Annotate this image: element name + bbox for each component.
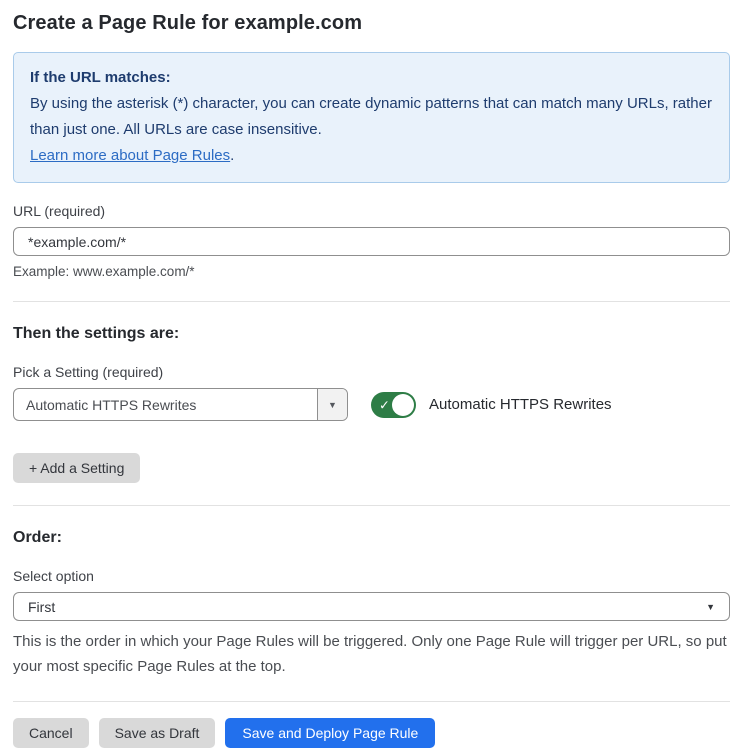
info-box-body: By using the asterisk (*) character, you…	[30, 95, 712, 138]
order-section-heading: Order:	[13, 529, 62, 546]
caret-down-icon: ▼	[706, 601, 715, 612]
order-select-label: Select option	[13, 568, 94, 584]
setting-select-value: Automatic HTTPS Rewrites	[26, 396, 197, 413]
divider	[13, 505, 730, 506]
save-deploy-button[interactable]: Save and Deploy Page Rule	[225, 718, 436, 748]
setting-select-arrow-button[interactable]: ▼	[317, 389, 347, 420]
learn-more-link[interactable]: Learn more about Page Rules	[30, 147, 230, 164]
footer-actions: Cancel Save as Draft Save and Deploy Pag…	[13, 718, 730, 748]
setting-toggle-label: Automatic HTTPS Rewrites	[429, 396, 612, 413]
page-title: Create a Page Rule for example.com	[13, 12, 363, 34]
setting-select[interactable]: Automatic HTTPS Rewrites ▼	[13, 388, 348, 421]
url-field-label: URL (required)	[13, 203, 106, 219]
divider	[13, 301, 730, 302]
setting-row: Automatic HTTPS Rewrites ▼ ✓ Automatic H…	[13, 388, 730, 421]
check-icon: ✓	[379, 397, 390, 412]
url-field-helper: Example: www.example.com/*	[13, 264, 195, 279]
setting-toggle-on[interactable]: ✓	[371, 391, 416, 418]
order-helper-text: This is the order in which your Page Rul…	[13, 633, 727, 675]
toggle-knob	[392, 393, 414, 416]
order-select-value: First	[28, 598, 56, 615]
divider	[13, 701, 730, 702]
create-page-rule-panel: Create a Page Rule for example.com If th…	[0, 0, 743, 748]
url-matches-info-box: If the URL matches: By using the asteris…	[13, 52, 730, 183]
settings-section-heading: Then the settings are:	[13, 325, 180, 342]
save-draft-button[interactable]: Save as Draft	[98, 718, 216, 748]
order-select[interactable]: First ▼	[13, 592, 730, 621]
pick-setting-label: Pick a Setting (required)	[13, 364, 164, 380]
url-input[interactable]	[13, 227, 730, 256]
caret-down-icon: ▼	[328, 399, 337, 410]
info-box-heading: If the URL matches:	[30, 69, 171, 86]
link-suffix: .	[230, 147, 235, 164]
add-setting-button[interactable]: + Add a Setting	[13, 453, 141, 483]
info-box-link-line: Learn more about Page Rules.	[30, 143, 713, 169]
cancel-button[interactable]: Cancel	[13, 718, 89, 748]
